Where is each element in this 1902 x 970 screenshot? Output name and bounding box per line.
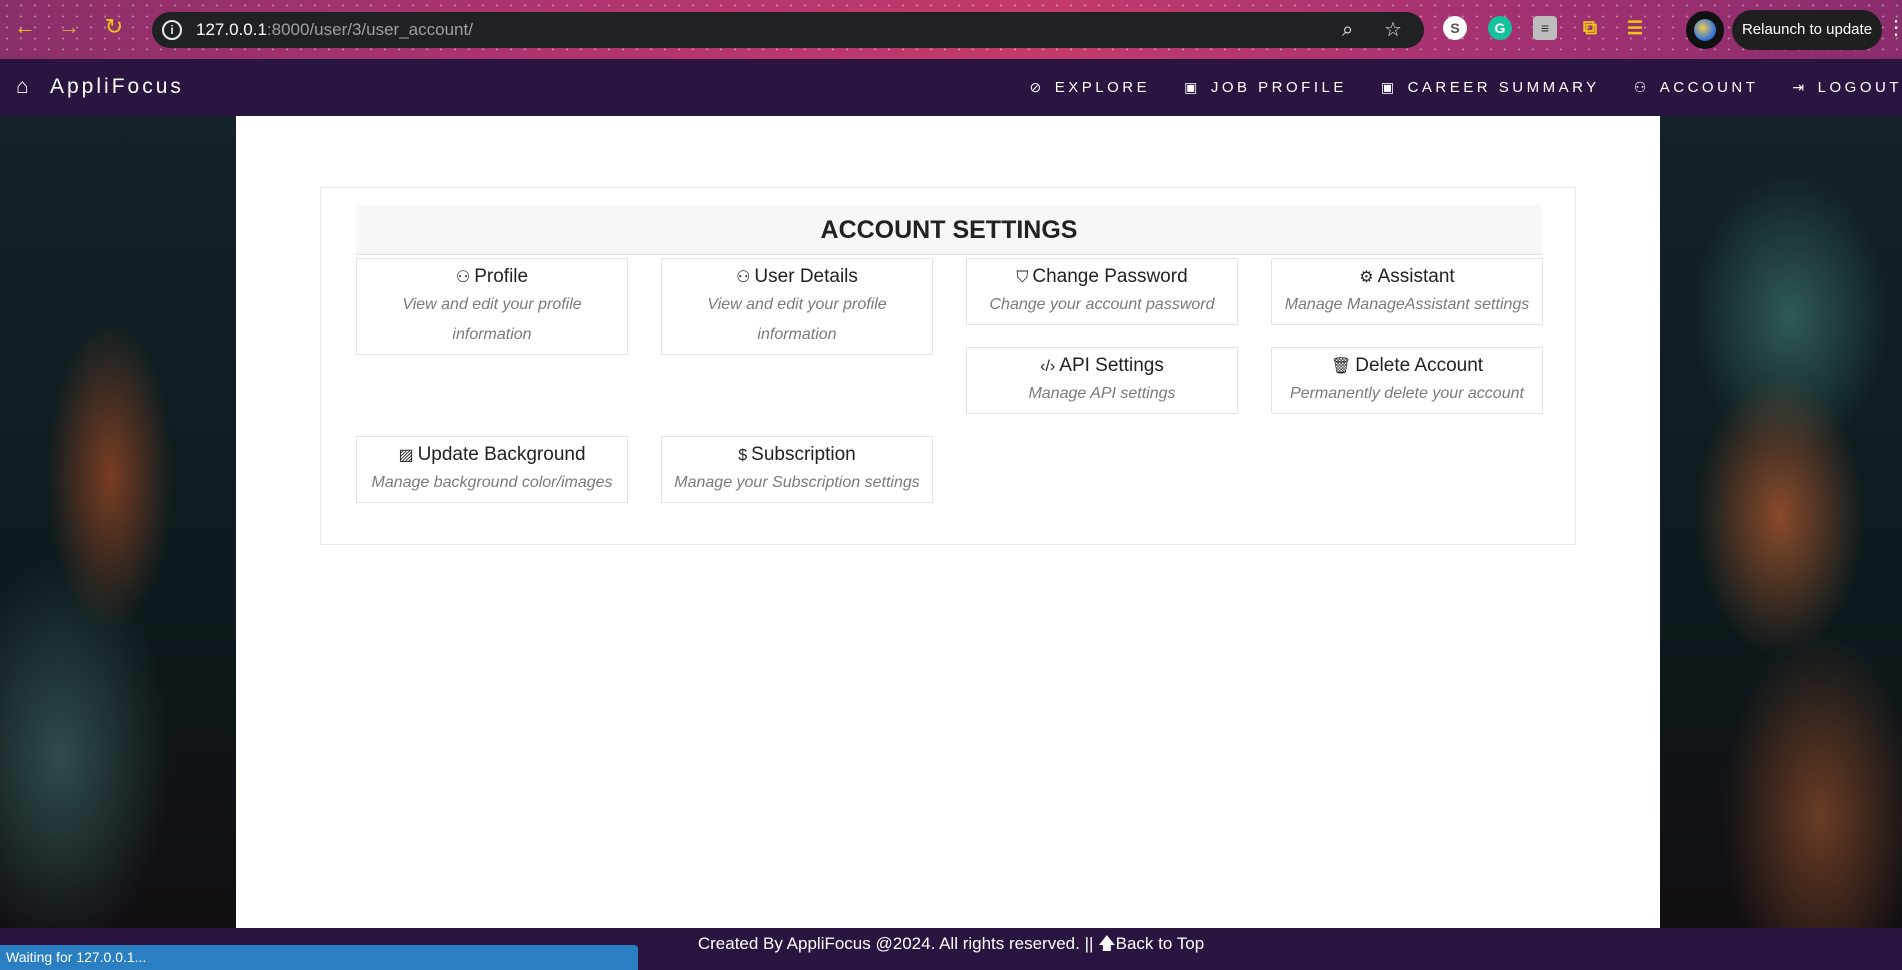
tile-description: Manage API settings [1028,385,1176,402]
nav-item-account[interactable]: ⚇ ACCOUNT [1634,79,1759,96]
back-to-top-link[interactable]: 🡅Back to Top [1098,934,1204,953]
code-icon: ‹/› [1040,358,1056,375]
trash-icon: 🗑 [1330,358,1352,375]
nav-item-career-summary[interactable]: ▣ CAREER SUMMARY [1381,79,1600,96]
brand-name: AppliFocus [50,75,184,98]
nav-item-label: ACCOUNT [1659,79,1759,96]
tile-update-background[interactable]: ▨ Update Background Manage background col… [356,436,628,503]
address-bar[interactable]: i 127.0.0.1:8000/user/3/user_account/ ⌕ … [152,12,1424,48]
nav-item-label: JOB PROFILE [1210,79,1347,96]
app-navbar: ⌂ AppliFocus ⊘ EXPLORE ▣ JOB PROFILE ▣ CAREE… [0,59,1902,116]
relaunch-button[interactable]: Relaunch to update [1732,10,1882,50]
nav-item-label: EXPLORE [1054,79,1151,96]
user-icon: ⚇ [455,269,471,286]
tile-title: Update Background [417,444,586,465]
forward-button[interactable]: → [56,14,82,40]
profile-avatar[interactable] [1686,11,1724,49]
tile-assistant[interactable]: ⚙ Assistant Manage ManageAssistant settin… [1271,258,1543,325]
zoom-icon[interactable]: ⌕ [1342,19,1353,41]
gear-icon: ⚙ [1359,269,1374,286]
tile-title: API Settings [1059,355,1164,376]
browser-toolbar: ← → ↻ i 127.0.0.1:8000/user/3/user_accou… [0,0,1902,59]
tile-title: Subscription [751,444,856,465]
tile-title: Change Password [1032,266,1188,287]
url-path: :8000/user/3/user_account/ [266,20,473,39]
main-content: ACCOUNT SETTINGS ⚇ Profile View and edit … [236,116,1660,928]
tile-title: Delete Account [1355,355,1484,376]
tile-title: User Details [754,266,858,287]
back-button[interactable]: ← [12,14,38,40]
arrow-up-icon: 🡅 [1098,934,1116,953]
reading-list-icon[interactable]: ☰ [1623,16,1647,40]
card-title: ACCOUNT SETTINGS [356,205,1542,255]
tile-api-settings[interactable]: ‹/› API Settings Manage API settings [966,347,1238,414]
nav-item-explore[interactable]: ⊘ EXPLORE [1029,79,1150,96]
tile-title: Profile [474,266,529,287]
url-host: 127.0.0.1 [196,20,267,39]
browser-status-bar: Waiting for 127.0.0.1... [0,945,638,970]
logout-icon: ⇥ [1792,79,1808,95]
back-to-top-label: Back to Top [1115,934,1205,953]
tile-description: Manage ManageAssistant settings [1284,296,1530,313]
home-icon: ⌂ [16,75,32,98]
tile-description: Permanently delete your account [1290,385,1524,402]
tile-description: Manage your Subscription settings [674,474,920,491]
compass-icon: ⊘ [1029,79,1045,95]
nav-item-label: LOGOUT [1817,79,1902,96]
briefcase-icon: ▣ [1380,79,1398,95]
tile-delete-account[interactable]: 🗑 Delete Account Permanently delete your … [1271,347,1543,414]
tile-subscription[interactable]: $ Subscription Manage your Subscription s… [661,436,933,503]
tile-description: Change your account password [989,296,1215,313]
footer-text: Created By AppliFocus @2024. All rights … [697,934,1094,953]
brand-link[interactable]: ⌂ AppliFocus [16,75,184,99]
nav-item-logout[interactable]: ⇥ LOGOUT [1792,79,1902,96]
tile-change-password[interactable]: ⛉ Change Password Change your account pas… [966,258,1238,325]
site-info-icon[interactable]: i [162,20,182,40]
briefcase-icon: ▣ [1184,79,1201,95]
extensions-puzzle-icon[interactable]: ⧉ [1578,16,1602,40]
tile-title: Assistant [1377,266,1455,287]
user-icon: ⚇ [736,269,751,286]
nav-menu: ⊘ EXPLORE ▣ JOB PROFILE ▣ CAREER SUMMARY ⚇ A… [1029,79,1902,96]
user-icon: ⚇ [1633,79,1650,95]
tile-profile[interactable]: ⚇ Profile View and edit your profile info… [356,258,628,355]
nav-item-job-profile[interactable]: ▣ JOB PROFILE [1184,79,1347,96]
grammarly-icon[interactable]: G [1488,16,1512,40]
image-icon: ▨ [398,447,414,464]
account-settings-card: ACCOUNT SETTINGS ⚇ Profile View and edit … [320,187,1576,545]
tile-description: View and edit your profile information [402,296,582,343]
extension-s-icon[interactable]: S [1443,16,1467,40]
dollar-icon: $ [738,447,748,464]
bookmark-star-icon[interactable]: ☆ [1384,19,1402,41]
tile-user-details[interactable]: ⚇ User Details View and edit your profile… [661,258,933,355]
browser-menu-icon[interactable]: ⋮ [1886,16,1902,40]
extension-icon[interactable]: ≡ [1533,16,1557,40]
reload-button[interactable]: ↻ [101,14,127,40]
nav-item-label: CAREER SUMMARY [1407,79,1600,96]
tile-description: View and edit your profile information [707,296,887,343]
tile-description: Manage background color/images [371,474,613,491]
shield-icon: ⛉ [1016,269,1029,286]
